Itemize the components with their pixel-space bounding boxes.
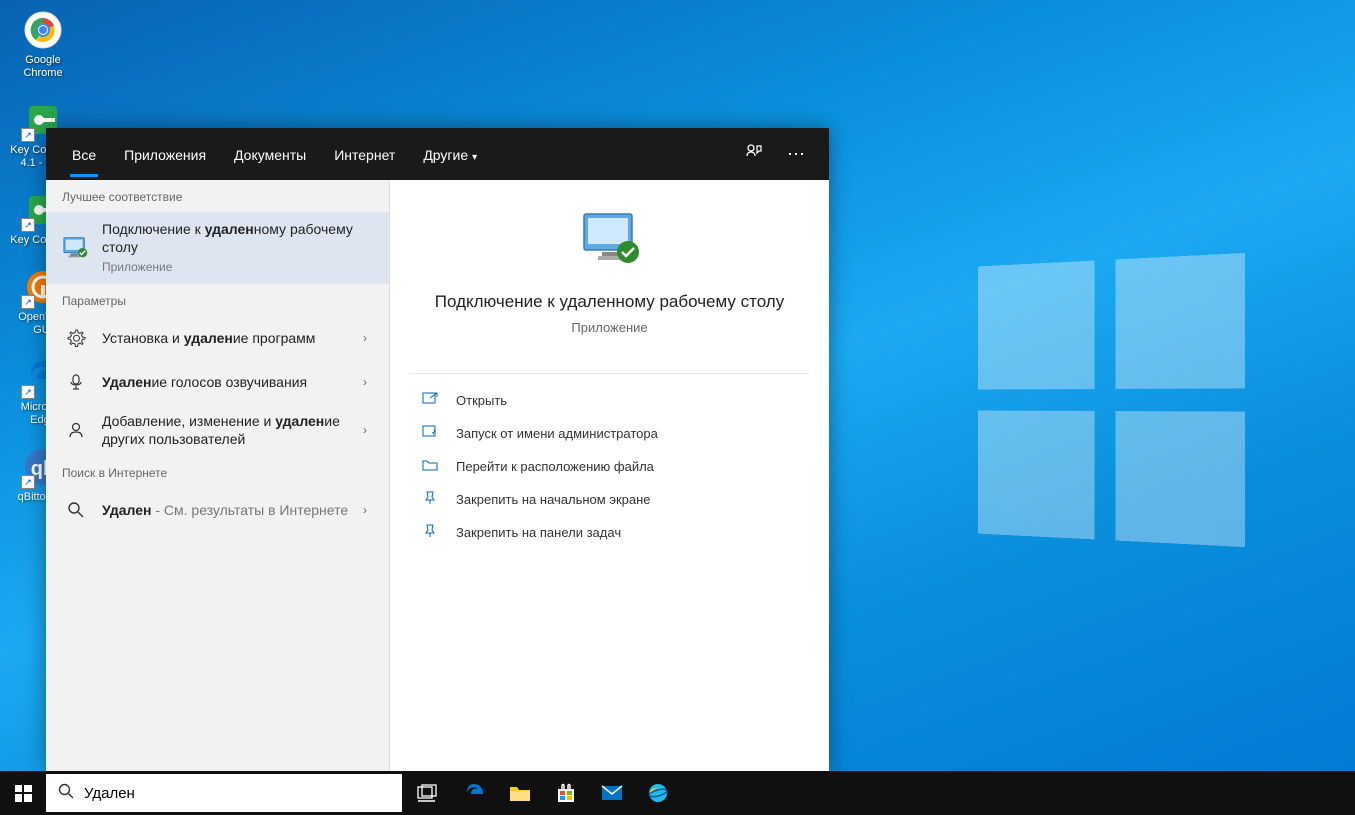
task-view-button[interactable]: [405, 771, 451, 815]
tab-more[interactable]: Другие▾: [411, 131, 489, 177]
pin-icon: [420, 491, 440, 508]
action-pin-taskbar[interactable]: Закрепить на панели задач: [390, 516, 829, 549]
tab-all[interactable]: Все: [60, 131, 108, 177]
action-file-location[interactable]: Перейти к расположению файла: [390, 450, 829, 483]
chevron-right-icon: ›: [357, 331, 373, 345]
section-best-match: Лучшее соответствие: [46, 180, 389, 212]
microphone-icon: [62, 368, 90, 396]
chevron-down-icon: ▾: [472, 152, 477, 163]
chevron-right-icon: ›: [357, 423, 373, 437]
separator: [410, 373, 809, 374]
feedback-icon[interactable]: [735, 135, 773, 174]
folder-icon: [420, 458, 440, 475]
search-input[interactable]: [84, 785, 390, 802]
search-panel: Все Приложения Документы Интернет Другие…: [46, 128, 829, 771]
open-icon: [420, 392, 440, 409]
taskbar-edge[interactable]: [451, 771, 497, 815]
taskbar-store[interactable]: [543, 771, 589, 815]
preview-subtitle: Приложение: [420, 320, 799, 335]
taskbar-mail[interactable]: [589, 771, 635, 815]
search-preview-pane: Подключение к удаленному рабочему столу …: [389, 180, 829, 771]
action-pin-start[interactable]: Закрепить на начальном экране: [390, 483, 829, 516]
action-open[interactable]: Открыть: [390, 384, 829, 417]
search-icon: [58, 783, 74, 804]
more-options-icon[interactable]: ⋯: [777, 136, 815, 173]
gear-icon: [62, 324, 90, 352]
taskbar-file-explorer[interactable]: [497, 771, 543, 815]
taskbar: [0, 771, 1355, 815]
admin-icon: [420, 425, 440, 442]
result-web-search[interactable]: Удален - См. результаты в Интернете ›: [46, 488, 389, 532]
taskbar-ie[interactable]: [635, 771, 681, 815]
result-user-management[interactable]: Добавление, изменение и удаление других …: [46, 404, 389, 456]
tab-apps[interactable]: Приложения: [112, 131, 218, 177]
desktop-icon-chrome[interactable]: Google Chrome: [8, 8, 78, 80]
remote-desktop-icon-large: [578, 210, 642, 268]
tab-docs[interactable]: Документы: [222, 131, 318, 177]
start-button[interactable]: [0, 771, 46, 815]
remote-desktop-icon: [62, 234, 90, 262]
user-icon: [62, 416, 90, 444]
result-remote-desktop[interactable]: Подключение к удаленному рабочему столу …: [46, 212, 389, 284]
search-icon: [62, 496, 90, 524]
chevron-right-icon: ›: [357, 375, 373, 389]
action-run-admin[interactable]: Запуск от имени администратора: [390, 417, 829, 450]
tab-web[interactable]: Интернет: [322, 131, 407, 177]
result-voice-deletion[interactable]: Удаление голосов озвучивания ›: [46, 360, 389, 404]
pin-icon: [420, 524, 440, 541]
preview-title: Подключение к удаленному рабочему столу: [420, 290, 799, 314]
search-results-list: Лучшее соответствие Подключение к удален…: [46, 180, 389, 771]
chevron-right-icon: ›: [357, 503, 373, 517]
taskbar-search[interactable]: [46, 774, 402, 812]
section-web-search: Поиск в Интернете: [46, 456, 389, 488]
windows-logo: [978, 253, 1245, 547]
result-uninstall-programs[interactable]: Установка и удаление программ ›: [46, 316, 389, 360]
section-settings: Параметры: [46, 284, 389, 316]
search-tabs: Все Приложения Документы Интернет Другие…: [46, 128, 829, 180]
